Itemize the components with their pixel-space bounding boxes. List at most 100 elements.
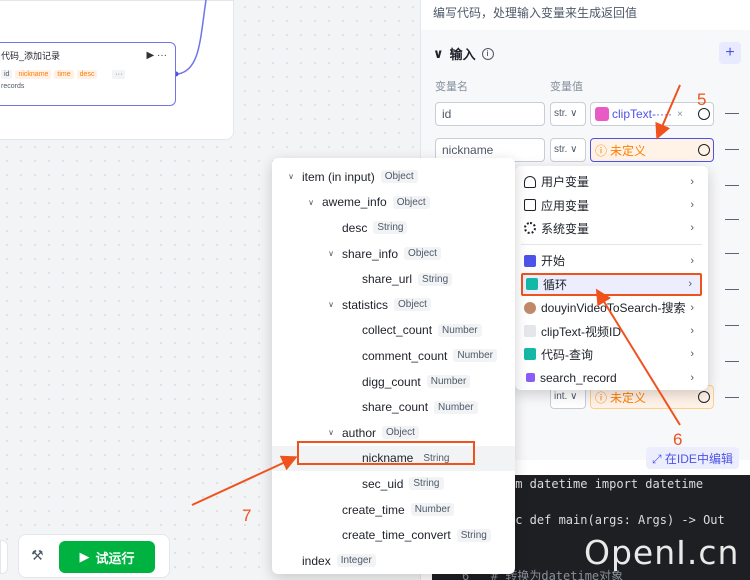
menu-item-code-query[interactable]: 代码-查询 › [521,343,702,366]
remove-row-icon[interactable]: — [725,140,739,156]
bottom-toolbar: ⚒ ▶ 试运行 [18,534,170,578]
type-tag: Object [380,170,418,184]
avatar-icon [524,301,536,314]
tree-row[interactable]: ∨ share_info Object [272,241,515,267]
code-icon [524,348,536,361]
wrench-icon[interactable]: ⚒ [31,547,44,564]
tree-label: desc [342,220,368,235]
tree-label: collect_count [362,323,433,338]
tree-label: aweme_info [322,195,387,210]
loop-variable-tree: ∨ item (in input) Object ∨ aweme_info Object d… [272,158,515,574]
type-label: str. [554,144,568,155]
reference-target-icon[interactable] [698,144,710,156]
type-tag: Number [434,400,478,414]
panel-description: 编写代码，处理输入变量来生成返回值 [433,6,638,20]
tree-label: create_time_convert [342,528,451,543]
start-icon [524,254,536,267]
menu-item-cliptext[interactable]: clipText-视频ID › [521,319,702,342]
menu-item-system-vars[interactable]: 系统变量 › [521,217,702,240]
type-tag: Object [382,426,419,440]
undefined-label: 未定义 [610,143,647,158]
tree-label: create_time [342,502,405,517]
input-section-header[interactable]: ∨ 输入 i [433,44,494,63]
tree-label: share_url [362,272,413,287]
type-select[interactable]: str. ∨ [550,138,586,162]
tree-row[interactable]: create_time Number [272,497,515,523]
remove-row-icon[interactable]: — [725,388,739,404]
type-tag: String [373,221,408,235]
var-name-input[interactable]: id [435,102,545,126]
code-add-record-node[interactable]: 代码_添加记录 ▶ ··· id nickname time desc ··· r… [0,42,176,106]
tree-row[interactable]: ∨ item (in input) Object [272,164,515,190]
remove-row-icon[interactable]: — [725,352,739,368]
type-label: int. [554,391,568,402]
tree-row[interactable]: ∨ statistics Object [272,292,515,318]
left-toolbar-edge[interactable] [0,540,8,574]
tree-row[interactable]: share_count Number [272,394,515,420]
menu-item-start[interactable]: 开始 › [521,249,702,272]
collapse-icon[interactable]: ∨ [433,46,444,62]
col-value: 变量值 [550,81,583,93]
play-icon: ▶ [79,549,90,564]
menu-item-douyin-search[interactable]: douyinVideoToSearch-搜索 › [521,296,702,319]
test-run-button[interactable]: ▶ 试运行 [59,541,155,573]
tree-row[interactable]: index Integer [272,548,515,574]
chevron-right-icon: › [690,222,694,235]
caret-down-icon[interactable]: ∨ [324,300,338,309]
user-icon [524,175,536,188]
annotation-number: 5 [697,90,707,109]
remove-row-icon[interactable]: — [725,244,739,260]
clear-icon[interactable]: × [677,109,683,120]
run-label: 试运行 [95,550,135,566]
type-tag: Number [438,323,482,337]
tree-row[interactable]: desc String [272,215,515,241]
tree-label: sec_uid [362,476,404,491]
tree-label: item (in input) [302,169,375,184]
node-actions[interactable]: ▶ ··· [147,50,167,61]
tree-row[interactable]: comment_count Number [272,343,515,369]
tree-row[interactable]: create_time_convert String [272,522,515,548]
tree-row[interactable]: collect_count Number [272,318,515,344]
menu-item-app-vars[interactable]: 应用变量 › [521,193,702,216]
remove-row-icon[interactable]: — [725,316,739,332]
undefined-label: 未定义 [610,390,647,405]
caret-down-icon[interactable]: ∨ [324,428,338,437]
chevron-right-icon: › [688,278,692,291]
tree-row[interactable]: ∨ aweme_info Object [272,190,515,216]
tree-row[interactable]: digg_count Number [272,369,515,395]
info-icon[interactable]: i [481,47,494,60]
reference-target-icon[interactable] [698,391,710,403]
node-inputs: id nickname time desc ··· [1,70,167,79]
menu-item-user-vars[interactable]: 用户变量 › [521,170,702,193]
var-value-box[interactable]: ⓘ 未定义 [590,138,714,162]
chevron-right-icon: › [690,371,694,384]
remove-row-icon[interactable]: — [725,280,739,296]
tree-label: digg_count [362,374,421,389]
caret-down-icon[interactable]: ∨ [304,198,318,207]
connection-edge [173,0,207,77]
type-tag: String [418,272,453,286]
menu-item-loop[interactable]: 循环 › [521,272,702,296]
menu-item-search-record[interactable]: search_record › [521,366,702,389]
tree-label: index [302,553,331,568]
chevron-right-icon: › [690,325,694,338]
caret-down-icon[interactable]: ∨ [284,172,298,181]
type-label: str. [554,108,568,119]
tree-row[interactable]: share_url String [272,266,515,292]
remove-row-icon[interactable]: — [725,210,739,226]
remove-row-icon[interactable]: — [725,104,739,120]
type-tag: Integer [336,554,376,568]
menu-label: clipText-视频ID [541,324,622,339]
edit-in-ide-button[interactable]: ⤢ 在IDE中编辑 [646,447,739,469]
input-chip: id [1,70,13,79]
remove-row-icon[interactable]: — [725,176,739,192]
caret-down-icon[interactable]: ∨ [324,249,338,258]
add-input-button[interactable]: + [719,42,741,64]
var-value-box[interactable]: clipText-···· × [590,102,714,126]
input-chip: desc [76,70,98,79]
annotation-number: 6 [673,430,683,449]
tree-row[interactable]: sec_uid String [272,471,515,497]
db-icon [526,373,535,383]
type-tag: Number [410,503,455,517]
type-select[interactable]: str. ∨ [550,102,586,126]
